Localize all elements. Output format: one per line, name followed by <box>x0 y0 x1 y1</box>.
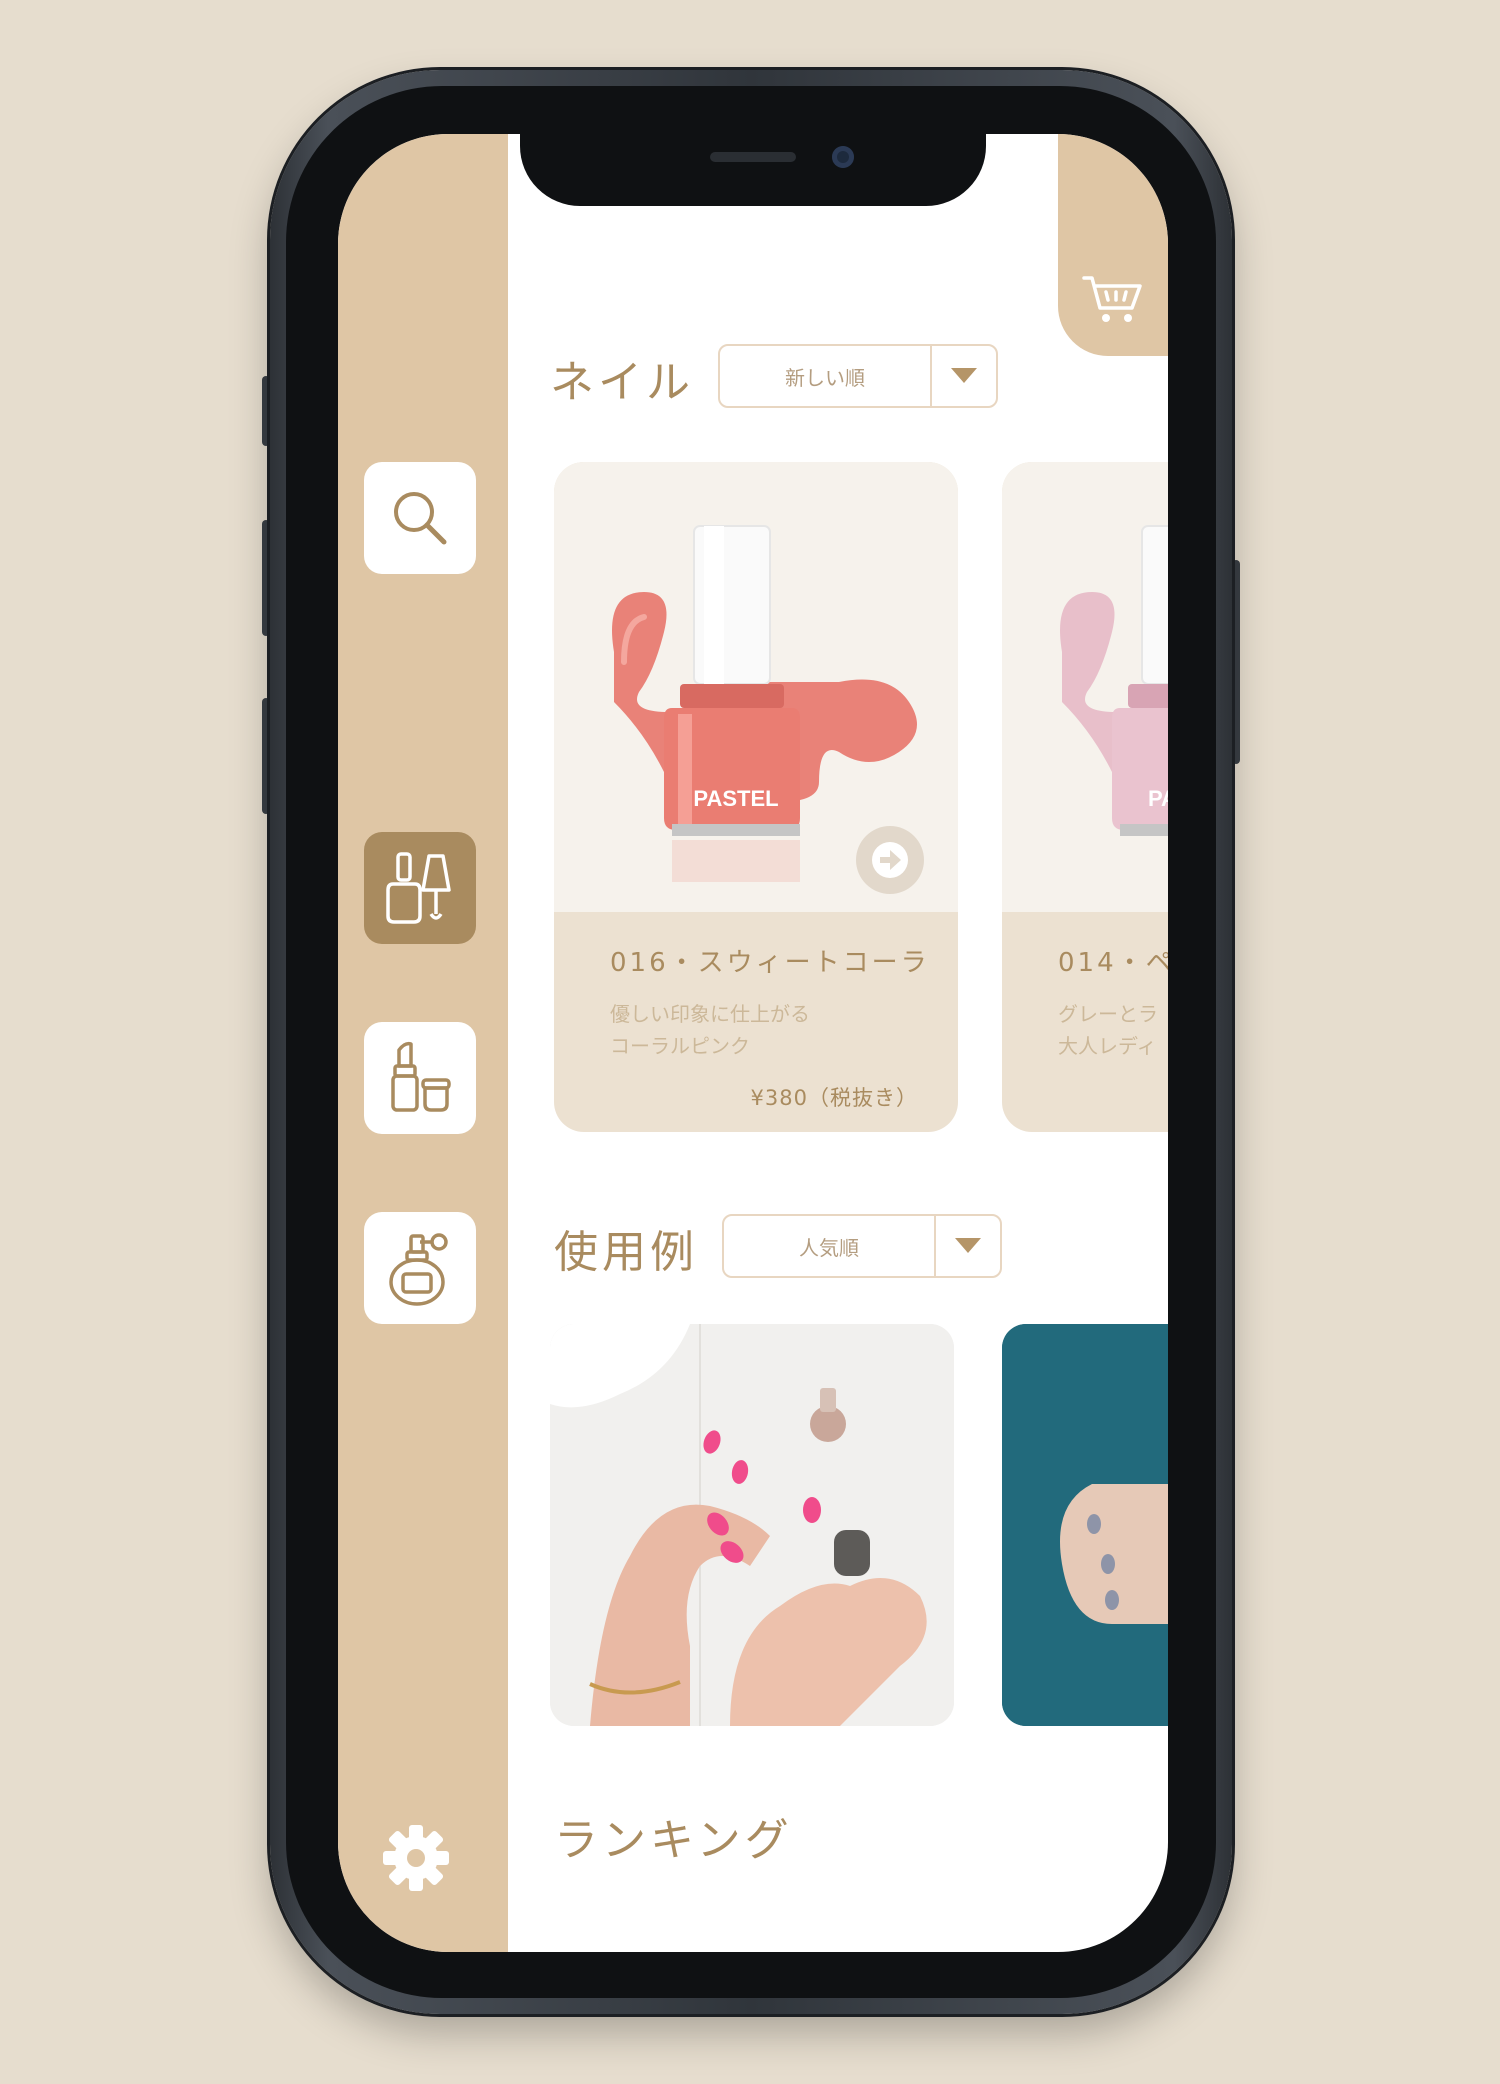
example-sort-arrow[interactable] <box>934 1216 1000 1276</box>
arrow-right-icon <box>872 842 908 878</box>
manicure-photo <box>1002 1324 1168 1726</box>
sidebar <box>338 134 508 1952</box>
nail-polish-icon <box>386 852 451 924</box>
volume-up-button <box>262 520 270 636</box>
ranking-section-title: ランキング <box>554 1815 793 1866</box>
product-name: 014・ペ <box>1058 948 1168 978</box>
example-sort-dropdown[interactable]: 人気順 <box>722 1214 1002 1278</box>
nail-sort-dropdown[interactable]: 新しい順 <box>718 344 998 408</box>
product-description-line: 大人レディ <box>1058 1034 1157 1058</box>
sidebar-item-cosmetics[interactable] <box>364 1022 476 1134</box>
speaker <box>710 152 796 162</box>
product-image: PAS <box>1002 462 1168 912</box>
product-card[interactable]: PAS 014・ペ グレーとラ 大人レディ <box>1002 462 1168 1132</box>
example-photo-card[interactable] <box>1002 1324 1168 1726</box>
product-description: 優しい印象に仕上がる コーラルピンク <box>610 998 810 1062</box>
volume-down-button <box>262 698 270 814</box>
nail-polish-bottle-image: PAS <box>1060 525 1168 836</box>
cart-button[interactable] <box>1058 134 1168 356</box>
chevron-down-icon <box>951 368 977 383</box>
search-icon <box>394 492 447 545</box>
app-screen: ネイル 新しい順 PASTEL 016・スウィートコーラ 優しい印象に仕上がる … <box>338 134 1168 1952</box>
product-description-line: コーラルピンク <box>610 1034 750 1058</box>
perfume-icon <box>389 1233 448 1306</box>
product-description-line: 優しい印象に仕上がる <box>610 1002 810 1026</box>
lipstick-cream-icon <box>391 1041 451 1112</box>
product-card[interactable]: PASTEL 016・スウィートコーラ 優しい印象に仕上がる コーラルピンク ¥… <box>554 462 958 1132</box>
manicure-photo <box>550 1324 954 1726</box>
bottle-label: PASTEL <box>693 786 778 811</box>
product-description: グレーとラ 大人レディ <box>1058 998 1158 1062</box>
power-button <box>1232 560 1240 764</box>
product-price: ¥380（税抜き） <box>750 1086 918 1110</box>
sidebar-item-perfume[interactable] <box>364 1212 476 1324</box>
cart-icon <box>1082 276 1142 322</box>
example-sort-value: 人気順 <box>799 1235 859 1260</box>
camera <box>832 146 854 168</box>
next-arrow-button[interactable] <box>856 826 924 894</box>
notch <box>520 134 986 206</box>
nail-section-title: ネイル <box>550 357 694 408</box>
nail-sort-arrow[interactable] <box>930 346 996 406</box>
example-photo-card[interactable] <box>550 1324 954 1726</box>
nail-sort-value: 新しい順 <box>785 365 865 390</box>
mute-switch <box>262 376 270 446</box>
product-name: 016・スウィートコーラ <box>610 948 930 978</box>
sidebar-item-nail[interactable] <box>364 832 476 944</box>
sidebar-item-search[interactable] <box>364 462 476 574</box>
example-section-title: 使用例 <box>554 1227 698 1278</box>
gear-icon[interactable] <box>380 1822 452 1894</box>
chevron-down-icon <box>955 1238 981 1253</box>
product-description-line: グレーとラ <box>1058 1002 1158 1026</box>
bottle-label: PAS <box>1148 786 1168 811</box>
